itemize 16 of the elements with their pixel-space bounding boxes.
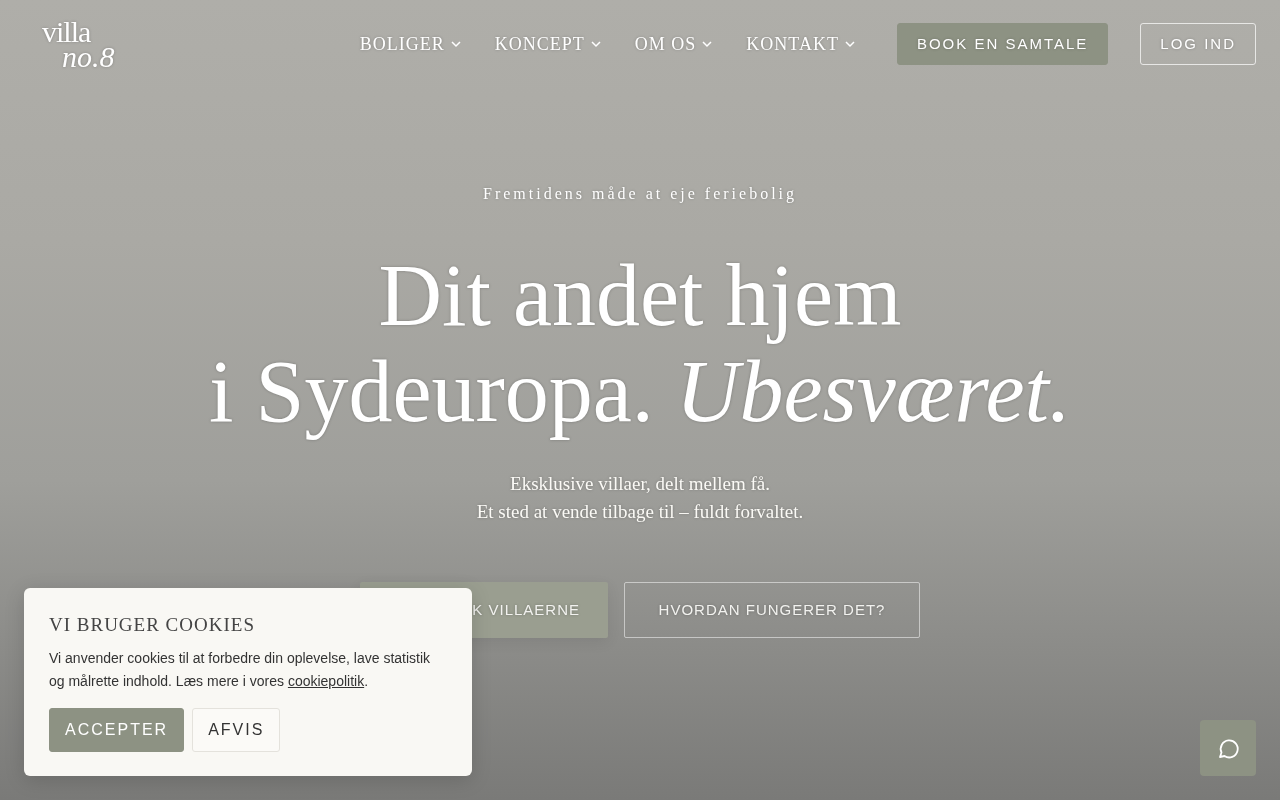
reject-button[interactable]: AFVIS <box>192 707 281 752</box>
chat-button[interactable] <box>1200 720 1256 776</box>
hero-eyebrow: Fremtidens måde at eje feriebolig <box>483 184 797 205</box>
accept-button[interactable]: ACCEPTER <box>49 707 185 752</box>
logo[interactable]: villa no.8 <box>42 18 115 70</box>
book-call-button[interactable]: BOOK EN SAMTALE <box>896 22 1109 66</box>
nav-menu-item[interactable]: KONTAKT <box>746 30 855 58</box>
cookie-title: VI BRUGER COOKIES <box>49 614 256 637</box>
hero-subtitle: Eksklusive villaer, delt mellem få. Et sted at vende tilbage til – fuldt forvaltet. <box>476 472 804 524</box>
hero-headline: Dit andet hjem i Sydeuropa. Ubesværet. <box>209 248 1071 440</box>
how-it-works-button[interactable]: HVORDAN FUNGERER DET? <box>624 582 920 638</box>
nav-menu-item[interactable]: OM OS <box>634 30 713 58</box>
cookie-text: Vi anvender cookies til at forbedre din oplevelse, lave statistik og målrette indhold. Læs mere i vores cookiepolitik. <box>49 648 432 691</box>
nav-menu-item[interactable]: BOLIGER <box>359 30 461 58</box>
nav-menu-item[interactable]: KONCEPT <box>494 30 601 58</box>
login-button[interactable]: LOG IND <box>1140 22 1256 66</box>
